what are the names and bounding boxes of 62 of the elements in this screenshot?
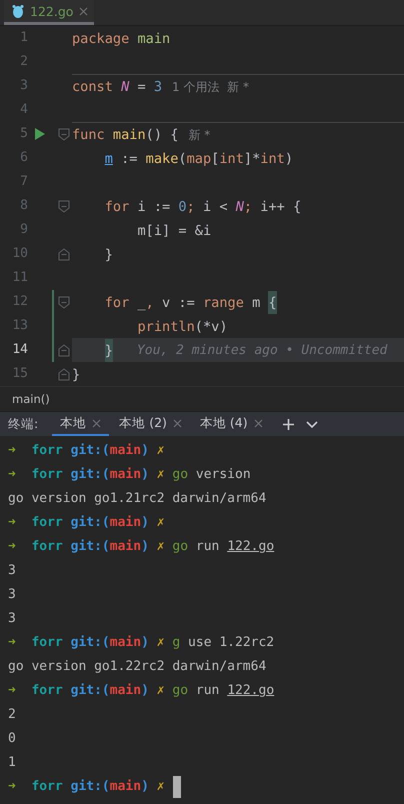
terminal-line: go version go1.21rc2 darwin/arm64: [8, 490, 266, 508]
code-line: for i := 0; i < N; i++ {: [104, 198, 302, 216]
line-number: 8: [19, 197, 28, 215]
terminal-line: ➜ forr git:(main) ✗: [8, 778, 165, 796]
line-number: 9: [19, 221, 28, 239]
line-number: 1: [19, 29, 28, 47]
terminal-line: ➜ forr git:(main) ✗ go version: [8, 466, 251, 484]
terminal-line: ➜ forr git:(main) ✗: [8, 514, 165, 532]
close-icon[interactable]: [254, 418, 263, 428]
close-icon[interactable]: [92, 418, 102, 428]
line-number: 3: [19, 77, 28, 95]
fold-icon[interactable]: [58, 296, 70, 308]
terminal-line: 3: [8, 586, 16, 604]
code-line: m[i] = &i: [136, 222, 212, 240]
inlay-hint: 1 个用法 新 *: [172, 78, 249, 96]
line-number: 5: [19, 125, 28, 143]
code-line: func main() { 新 *: [72, 122, 404, 146]
line-number: 14: [11, 341, 28, 359]
gopher-icon: [12, 4, 24, 18]
fold-icon[interactable]: [58, 368, 70, 380]
terminal-line: ➜ forr git:(main) ✗ go run 122.go: [8, 538, 274, 556]
terminal-line: ➜ forr git:(main) ✗ g use 1.22rc2: [8, 634, 274, 652]
terminal-tab[interactable]: 本地 (4): [192, 412, 271, 436]
blame-annotation: You, 2 minutes ago • Uncommitted: [136, 342, 388, 360]
breadcrumb[interactable]: main(): [12, 392, 50, 406]
fold-icon[interactable]: [58, 200, 70, 212]
close-icon[interactable]: [172, 418, 182, 428]
terminal-line: 0: [8, 730, 16, 748]
terminal-line: go version go1.22rc2 darwin/arm64: [8, 658, 266, 676]
file-tab[interactable]: 122.go: [4, 0, 94, 25]
chevron-down-icon[interactable]: [306, 420, 318, 428]
code-line: for _, v := range m {: [72, 290, 404, 314]
terminal-line: ➜ forr git:(main) ✗ go run 122.go: [8, 682, 274, 700]
line-number: 10: [11, 245, 28, 263]
terminal-line: 3: [8, 562, 16, 580]
fold-icon[interactable]: [58, 344, 70, 356]
line-number: 15: [11, 365, 28, 383]
line-number: 7: [19, 173, 28, 191]
line-number: 2: [19, 53, 28, 71]
close-icon[interactable]: [79, 6, 88, 16]
code-line: package main: [72, 30, 172, 48]
inlay-hint: 新 *: [188, 126, 210, 144]
run-icon[interactable]: [35, 128, 45, 140]
code-line: const N = 3 1 个用法 新 *: [72, 74, 404, 98]
terminal-line: ➜ forr git:(main) ✗: [8, 442, 165, 460]
code-line: }: [104, 246, 114, 264]
line-number: 6: [19, 149, 28, 167]
terminal-line: 1: [8, 754, 16, 772]
add-icon[interactable]: [282, 418, 294, 430]
terminal-tab[interactable]: 本地 (2): [111, 412, 190, 436]
terminal-line: 3: [8, 610, 16, 628]
fold-icon[interactable]: [58, 128, 70, 140]
line-number: 12: [11, 293, 28, 311]
code-line: m := make(map[int]*int): [104, 150, 294, 168]
code-line: }: [72, 366, 82, 384]
line-number: 13: [11, 317, 28, 335]
terminal-line: 2: [8, 706, 16, 724]
fold-icon[interactable]: [58, 248, 70, 260]
code-line: println(*v): [136, 318, 229, 336]
terminal-label: 终端:: [8, 416, 38, 432]
line-number: 11: [11, 269, 28, 287]
line-number: 4: [19, 101, 28, 119]
